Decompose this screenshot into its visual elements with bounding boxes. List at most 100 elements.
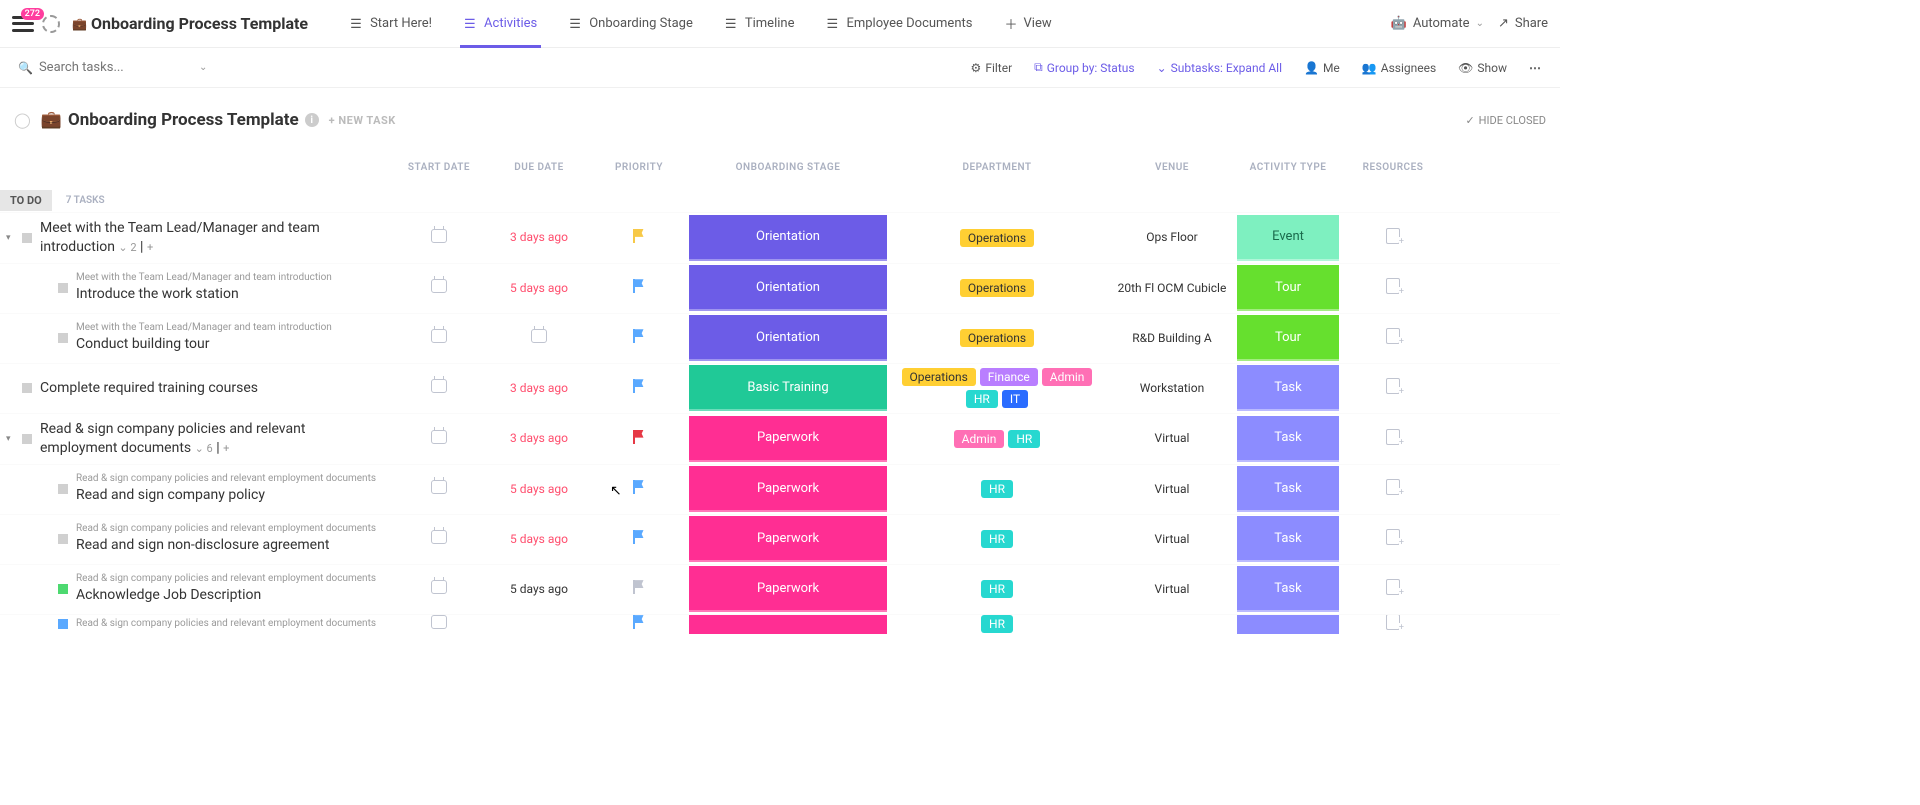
list-title[interactable]: Onboarding Process Template <box>68 110 299 130</box>
document-icon[interactable] <box>1386 614 1400 630</box>
stage-tag[interactable]: Orientation <box>689 315 887 361</box>
expand-icon[interactable]: ▾ <box>6 233 11 243</box>
activity-type-tag[interactable]: Task <box>1237 516 1339 562</box>
venue[interactable]: Ops Floor <box>1146 230 1197 244</box>
stage-tag[interactable]: Orientation <box>689 215 887 261</box>
calendar-icon[interactable] <box>531 329 547 343</box>
status-square[interactable] <box>58 484 68 494</box>
calendar-icon[interactable] <box>431 530 447 544</box>
assignees-button[interactable]: 👥 Assignees <box>1362 61 1436 75</box>
department-cell[interactable]: Operations <box>887 329 1107 347</box>
task-name[interactable]: Introduce the work station <box>76 285 381 304</box>
task-name[interactable]: Conduct building tour <box>76 335 381 354</box>
priority-flag[interactable] <box>633 615 645 629</box>
calendar-icon[interactable] <box>431 329 447 343</box>
due-date[interactable]: 5 days ago <box>510 482 568 496</box>
status-square[interactable] <box>58 584 68 594</box>
priority-flag[interactable] <box>633 229 645 243</box>
dept-tag[interactable]: IT <box>1002 390 1028 408</box>
activity-type-tag[interactable]: Task <box>1237 566 1339 612</box>
activity-type-tag[interactable]: Task <box>1237 365 1339 411</box>
col-start-date[interactable]: START DATE <box>389 162 489 173</box>
dept-tag[interactable]: Operations <box>902 368 976 386</box>
task-name[interactable]: Meet with the Team Lead/Manager and team… <box>40 219 381 257</box>
document-icon[interactable] <box>1386 479 1400 495</box>
activity-type-tag[interactable]: Event <box>1237 215 1339 261</box>
due-date[interactable]: 3 days ago <box>510 381 568 395</box>
department-cell[interactable]: HR <box>887 480 1107 498</box>
dept-tag[interactable]: Operations <box>960 329 1034 347</box>
col-priority[interactable]: PRIORITY <box>589 162 689 173</box>
due-date[interactable]: 3 days ago <box>510 431 568 445</box>
calendar-icon[interactable] <box>431 379 447 393</box>
tab-view[interactable]: ＋View <box>990 0 1065 48</box>
stage-tag[interactable]: Paperwork <box>689 516 887 562</box>
status-square[interactable] <box>58 534 68 544</box>
document-icon[interactable] <box>1386 328 1400 344</box>
task-row[interactable]: Read & sign company policies and relevan… <box>0 614 1560 634</box>
search-input[interactable] <box>39 60 179 75</box>
department-cell[interactable]: HR <box>887 530 1107 548</box>
calendar-icon[interactable] <box>431 580 447 594</box>
status-square[interactable] <box>58 619 68 629</box>
priority-flag[interactable] <box>633 530 645 544</box>
add-subtask[interactable]: + <box>147 241 153 256</box>
task-row[interactable]: Read & sign company policies and relevan… <box>0 564 1560 614</box>
due-date[interactable]: 3 days ago <box>510 230 568 244</box>
venue[interactable]: Virtual <box>1155 431 1190 445</box>
department-cell[interactable]: Operations <box>887 229 1107 247</box>
department-cell[interactable]: HR <box>887 615 1107 633</box>
task-row[interactable]: ▾ Meet with the Team Lead/Manager and tea… <box>0 212 1560 263</box>
calendar-icon[interactable] <box>431 279 447 293</box>
dept-tag[interactable]: HR <box>981 580 1013 598</box>
col-activity-type[interactable]: ACTIVITY TYPE <box>1237 162 1339 173</box>
priority-flag[interactable] <box>633 480 645 494</box>
priority-flag[interactable] <box>633 430 645 444</box>
task-name[interactable]: Read and sign non-disclosure agreement <box>76 536 381 555</box>
status-square[interactable] <box>22 233 32 243</box>
calendar-icon[interactable] <box>431 615 447 629</box>
document-icon[interactable] <box>1386 378 1400 394</box>
stage-tag[interactable]: Paperwork <box>689 466 887 512</box>
venue[interactable]: R&D Building A <box>1132 331 1212 345</box>
task-row[interactable]: Read & sign company policies and relevan… <box>0 514 1560 564</box>
activity-type-tag[interactable] <box>1237 614 1339 634</box>
search-chevron[interactable]: ⌄ <box>199 62 207 73</box>
department-cell[interactable]: OperationsFinanceAdminHRIT <box>887 368 1107 408</box>
venue[interactable]: 20th Fl OCM Cubicle <box>1118 281 1227 295</box>
task-row[interactable]: Read & sign company policies and relevan… <box>0 464 1560 514</box>
col-due-date[interactable]: DUE DATE <box>489 162 589 173</box>
hide-closed-button[interactable]: ✓ HIDE CLOSED <box>1465 114 1546 127</box>
activity-type-tag[interactable]: Task <box>1237 466 1339 512</box>
stage-tag[interactable]: Basic Training <box>689 365 887 411</box>
document-icon[interactable] <box>1386 228 1400 244</box>
task-row[interactable]: ▾Read & sign company policies and releva… <box>0 413 1560 464</box>
dept-tag[interactable]: HR <box>981 530 1013 548</box>
expand-icon[interactable]: ▾ <box>6 434 11 444</box>
due-date[interactable]: 5 days ago <box>510 582 568 596</box>
document-icon[interactable] <box>1386 278 1400 294</box>
task-row[interactable]: Complete required training courses3 days… <box>0 363 1560 413</box>
col-department[interactable]: DEPARTMENT <box>887 162 1107 173</box>
group-row[interactable]: TO DO 7 TASKS <box>0 188 1560 212</box>
col-stage[interactable]: ONBOARDING STAGE <box>689 162 887 173</box>
priority-flag[interactable] <box>633 329 645 343</box>
tab-onboarding-stage[interactable]: ☰Onboarding Stage <box>555 0 707 48</box>
col-resources[interactable]: RESOURCES <box>1339 162 1447 173</box>
department-cell[interactable]: Operations <box>887 279 1107 297</box>
priority-flag[interactable] <box>633 279 645 293</box>
task-name[interactable]: Read and sign company policy <box>76 486 381 505</box>
stage-tag[interactable]: Paperwork <box>689 566 887 612</box>
tab-activities[interactable]: ☰Activities <box>450 0 551 48</box>
show-button[interactable]: 👁 Show <box>1458 61 1507 75</box>
venue[interactable]: Virtual <box>1155 582 1190 596</box>
calendar-icon[interactable] <box>431 430 447 444</box>
menu-icon[interactable]: 272 <box>12 16 34 32</box>
me-button[interactable]: 👤 Me <box>1304 61 1340 75</box>
subtask-count[interactable]: ⌄ 2 <box>118 241 136 256</box>
group-by-button[interactable]: ⧉ Group by: Status <box>1034 60 1134 75</box>
venue[interactable]: Virtual <box>1155 532 1190 546</box>
department-cell[interactable]: AdminHR <box>887 430 1107 448</box>
dept-tag[interactable]: HR <box>1008 430 1040 448</box>
dept-tag[interactable]: HR <box>966 390 998 408</box>
